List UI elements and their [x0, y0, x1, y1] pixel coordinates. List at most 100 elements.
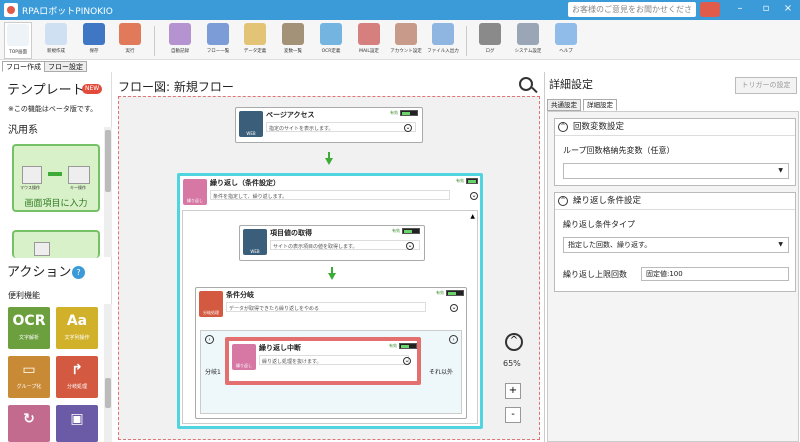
system-settings-icon: [517, 23, 539, 45]
zoom-up-icon[interactable]: ^: [505, 333, 523, 351]
node-loop-break[interactable]: 繰り返し 繰り返し中断 繰り返し処理を抜けます。 有効 ⌄: [225, 337, 421, 385]
flow-canvas[interactable]: WEB ページアクセス 指定のサイトを表示します。 有効 ⌄ 繰り返し 繰り返し…: [118, 96, 540, 440]
group-header[interactable]: ^ 繰り返し条件設定: [555, 193, 795, 210]
chevron-up-icon[interactable]: ^: [558, 122, 568, 132]
log-icon: [479, 23, 501, 45]
chevron-down-icon[interactable]: ⌄: [406, 242, 414, 250]
status-label: 有効: [436, 290, 444, 295]
zoom-level: 65%: [503, 359, 521, 368]
enable-toggle[interactable]: [399, 343, 417, 349]
tab-flow-settings[interactable]: フロー設定: [44, 61, 87, 72]
node-condition[interactable]: 分岐処理 条件分岐 データが取得できたら繰り返しをやめる 有効 ⌄ ‹ › 分岐…: [195, 287, 467, 419]
branch-left-label: 分岐1: [205, 369, 221, 376]
data-definition-icon: [244, 23, 266, 45]
flow-list-icon: [207, 23, 229, 45]
template-group-label: 汎用系: [8, 125, 38, 136]
dropdown-arrow-icon: ▼: [778, 241, 783, 248]
node-get-value[interactable]: WEB 項目値の取得 サイトの表示項目の値を取得します。 有効 ⌄: [239, 225, 425, 261]
node-page-access[interactable]: WEB ページアクセス 指定のサイトを表示します。 有効 ⌄: [235, 107, 423, 143]
app-title: RPAロボットPINOKIO: [22, 7, 113, 17]
maximize-button[interactable]: ▫: [756, 3, 776, 14]
zoom-in-button[interactable]: +: [505, 383, 521, 399]
auto-record-button[interactable]: 自動記録: [162, 22, 198, 59]
loop-body: ▲ WEB 項目値の取得 サイトの表示項目の値を取得します。 有効 ⌄ 分岐処理…: [182, 210, 478, 424]
chevron-down-icon[interactable]: ⌄: [470, 192, 478, 200]
loop-condition-type-select[interactable]: 指定した回数、繰り返す。 ▼: [563, 237, 789, 253]
tab-common-settings[interactable]: 共通設定: [547, 99, 581, 111]
chevron-up-icon[interactable]: ^: [558, 196, 568, 206]
chevron-down-icon[interactable]: ⌄: [404, 124, 412, 132]
help-icon[interactable]: ?: [72, 266, 85, 279]
branch-left-arrow-icon[interactable]: ‹: [205, 335, 214, 344]
system-settings-button[interactable]: システム設定: [510, 22, 546, 59]
action-branch[interactable]: ↱ 分岐処理: [56, 356, 98, 398]
zoom-out-button[interactable]: -: [505, 407, 521, 423]
mail-settings-button[interactable]: MAIL設定: [351, 22, 387, 59]
node-description: 繰り返し処理を抜けます。: [259, 355, 409, 365]
actions-scrollbar[interactable]: [104, 304, 112, 442]
minimize-button[interactable]: –: [730, 3, 750, 14]
log-button[interactable]: ログ: [472, 22, 508, 59]
counter-variable-group: ^ 回数変数設定 ループ回数格納先変数（任意） ▼: [554, 118, 796, 186]
new-badge-icon: NEW: [82, 84, 103, 94]
node-title: 条件分岐: [226, 291, 254, 299]
close-button[interactable]: ×: [778, 3, 798, 14]
group-header[interactable]: ^ 回数変数設定: [555, 119, 795, 136]
search-icon[interactable]: [519, 77, 533, 91]
new-document-icon: [45, 23, 67, 45]
node-loop[interactable]: 繰り返し 繰り返し（条件設定） 条件を指定して、繰り返します。 有効 ⌄ ▲ W…: [177, 173, 483, 429]
action-window[interactable]: ▣: [56, 405, 98, 442]
chevron-down-icon[interactable]: ⌄: [450, 304, 458, 312]
action-ocr[interactable]: OCR 文字解析: [8, 307, 50, 349]
web-icon: WEB: [243, 229, 267, 255]
node-description: 指定のサイトを表示します。: [266, 122, 416, 132]
branch-icon: ↱: [71, 362, 83, 378]
actions-scroll-thumb[interactable]: [105, 378, 111, 408]
feedback-button[interactable]: お客様のご意見をお聞かせください: [568, 2, 696, 29]
flow-arrow-head: [328, 273, 336, 280]
run-button[interactable]: 実行: [112, 22, 148, 59]
status-label: 有効: [389, 343, 397, 348]
enable-toggle[interactable]: [446, 290, 464, 296]
detail-title: 詳細設定: [549, 78, 593, 91]
trigger-settings-button[interactable]: トリガーの設定: [735, 77, 797, 94]
status-label: 有効: [392, 228, 400, 233]
enable-toggle[interactable]: [402, 228, 420, 234]
template-card-input[interactable]: マウス操作 キー操作 画面項目に入力: [12, 144, 100, 212]
variables-button[interactable]: 変数一覧: [275, 22, 311, 59]
new-button[interactable]: 新規作成: [38, 22, 74, 59]
tab-flow-create[interactable]: フロー作成: [2, 61, 45, 72]
flow-list-button[interactable]: フロー一覧: [200, 22, 236, 59]
template-card-2[interactable]: [12, 230, 100, 258]
templates-scroll-thumb[interactable]: [105, 130, 111, 192]
branch-right-arrow-icon[interactable]: ›: [449, 335, 458, 344]
enable-toggle[interactable]: [466, 178, 478, 184]
data-definition-button[interactable]: データ定義: [237, 22, 273, 59]
tab-detail-settings[interactable]: 詳細設定: [583, 99, 617, 111]
thumbs-icon[interactable]: [700, 2, 720, 17]
chevron-down-icon[interactable]: ⌄: [403, 357, 411, 365]
detail-panel: 詳細設定 トリガーの設定 共通設定 詳細設定 ^ 回数変数設定 ループ回数格納先…: [544, 72, 800, 442]
save-button[interactable]: 保存: [76, 22, 112, 59]
enable-toggle[interactable]: [400, 110, 418, 116]
top-screen-button[interactable]: TOP画面: [4, 22, 32, 59]
loop-limit-input[interactable]: 固定値:100: [641, 267, 789, 281]
help-icon: [555, 23, 577, 45]
account-settings-button[interactable]: アカウント設定: [388, 22, 424, 59]
scroll-up-icon[interactable]: ▲: [470, 213, 475, 220]
action-string[interactable]: Aa 文字列操作: [56, 307, 98, 349]
loop-count-variable-select[interactable]: ▼: [563, 163, 789, 179]
template-card-label: 画面項目に入力: [24, 199, 88, 209]
action-group[interactable]: ▭ グループ化: [8, 356, 50, 398]
file-io-button[interactable]: ファイル入出力: [425, 22, 461, 59]
status-label: 有効: [456, 178, 464, 183]
template-card-2-icon: [34, 242, 50, 256]
branch-right-label: それ以外: [429, 369, 454, 376]
loop-icon: 繰り返し: [183, 179, 207, 205]
help-button[interactable]: ヘルプ: [548, 22, 584, 59]
ocr-definition-button[interactable]: OCR定義: [313, 22, 349, 59]
dropdown-arrow-icon: ▼: [778, 167, 783, 174]
action-loop[interactable]: ↻: [8, 405, 50, 442]
loop-limit-label: 繰り返し上限回数: [563, 270, 627, 279]
mouse-label: マウス操作: [20, 185, 40, 190]
